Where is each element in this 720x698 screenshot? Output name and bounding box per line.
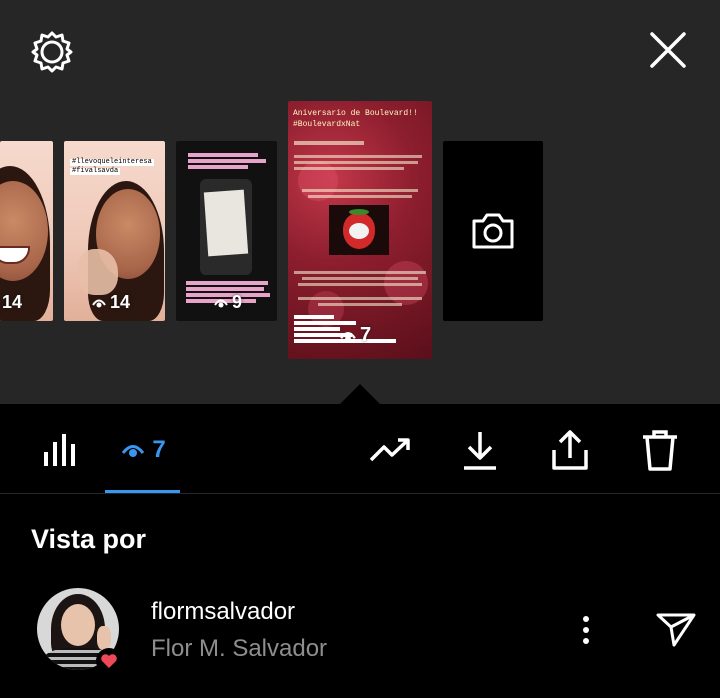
story-4-text-block xyxy=(302,277,418,280)
viewer-username[interactable]: flormsalvador xyxy=(151,598,295,626)
story-3-text-highlight xyxy=(186,281,268,285)
story-1-count-value: 14 xyxy=(2,292,23,312)
story-3-text-highlight xyxy=(188,153,258,157)
story-4-text-block xyxy=(294,271,426,274)
bar-chart-icon xyxy=(44,434,75,466)
eye-icon xyxy=(92,299,106,307)
story-4-poll-row xyxy=(294,315,334,319)
eye-icon xyxy=(340,331,356,341)
trending-up-icon xyxy=(369,438,410,462)
strawberry-leaves xyxy=(349,209,369,215)
avatar-face xyxy=(61,604,95,646)
download-button[interactable] xyxy=(458,426,502,474)
story-2-count-value: 14 xyxy=(110,292,131,312)
story-4-text-block xyxy=(318,303,402,306)
story-thumbnail-1[interactable]: 14 xyxy=(0,141,53,321)
divider xyxy=(0,493,720,494)
story-4-hashtag: #BoulevardxNat xyxy=(293,120,361,129)
gear-icon xyxy=(31,31,73,73)
promote-button[interactable] xyxy=(366,430,414,470)
close-button[interactable] xyxy=(644,26,692,74)
trash-icon xyxy=(643,430,677,471)
avatar-hand xyxy=(97,626,111,650)
viewer-options-button[interactable] xyxy=(570,610,602,650)
story-1-view-count: 14 xyxy=(2,292,22,313)
story-thumbnail-2[interactable]: #llevoqueleinteresa #fivalsavda 14 xyxy=(64,141,165,321)
story-3-text-highlight xyxy=(188,159,266,163)
more-vertical-icon xyxy=(583,616,589,644)
liked-heart-badge xyxy=(96,648,122,674)
heart-icon xyxy=(101,654,117,668)
delete-button[interactable] xyxy=(638,426,682,474)
camera-icon xyxy=(472,213,514,249)
paper-plane-icon xyxy=(656,613,696,647)
insights-tab[interactable] xyxy=(38,428,82,472)
story-3-text-highlight xyxy=(186,287,264,291)
share-icon xyxy=(552,430,588,470)
story-4-text-block xyxy=(298,297,422,300)
story-4-text-block xyxy=(302,189,418,192)
story-4-view-count: 7 xyxy=(340,324,371,347)
share-button[interactable] xyxy=(548,426,592,474)
viewer-row[interactable]: flormsalvador Flor M. Salvador xyxy=(0,580,720,680)
story-4-text-block xyxy=(308,195,412,198)
story-3-count-value: 9 xyxy=(232,292,243,312)
story-3-notebook-page xyxy=(203,189,249,257)
story-action-bar: 7 xyxy=(0,404,720,494)
story-4-text-block xyxy=(298,283,422,286)
story-4-count-value: 7 xyxy=(360,324,372,346)
story-4-text-block xyxy=(294,155,422,158)
viewers-tab-count: 7 xyxy=(152,436,166,463)
story-4-poll-row xyxy=(294,327,340,331)
eye-icon xyxy=(122,445,145,457)
cat-face xyxy=(349,223,369,239)
story-2-hashtag-sticker-1: #llevoqueleinteresa xyxy=(70,158,154,166)
send-message-button[interactable] xyxy=(652,608,700,652)
viewers-section-title: Vista por xyxy=(31,524,147,554)
story-thumbnail-3[interactable]: 9 xyxy=(176,141,277,321)
story-3-text-highlight xyxy=(188,165,248,169)
story-4-title: Aniversario de Boulevard!! xyxy=(293,109,418,118)
story-2-hashtag-sticker-2: #fivalsavda xyxy=(70,167,121,175)
selected-story-pointer xyxy=(340,384,380,404)
story-4-text-block xyxy=(294,167,404,170)
story-3-view-count: 9 xyxy=(214,292,242,313)
story-thumbnail-4-selected[interactable]: Aniversario de Boulevard!! #BoulevardxNa… xyxy=(288,101,432,359)
download-icon xyxy=(464,432,496,470)
story-4-strawberry-cat-image xyxy=(329,205,389,255)
eye-icon xyxy=(214,299,228,307)
viewers-tab[interactable]: 7 xyxy=(112,430,176,470)
story-4-text-block xyxy=(294,141,364,145)
story-3-notebook-photo xyxy=(200,179,252,275)
viewer-full-name: Flor M. Salvador xyxy=(151,635,328,662)
add-story-button[interactable] xyxy=(443,141,543,321)
story-4-text-block xyxy=(294,161,418,164)
close-icon xyxy=(650,32,686,68)
story-2-hand xyxy=(78,249,118,295)
settings-button[interactable] xyxy=(28,28,76,76)
story-2-view-count: 14 xyxy=(92,292,130,313)
